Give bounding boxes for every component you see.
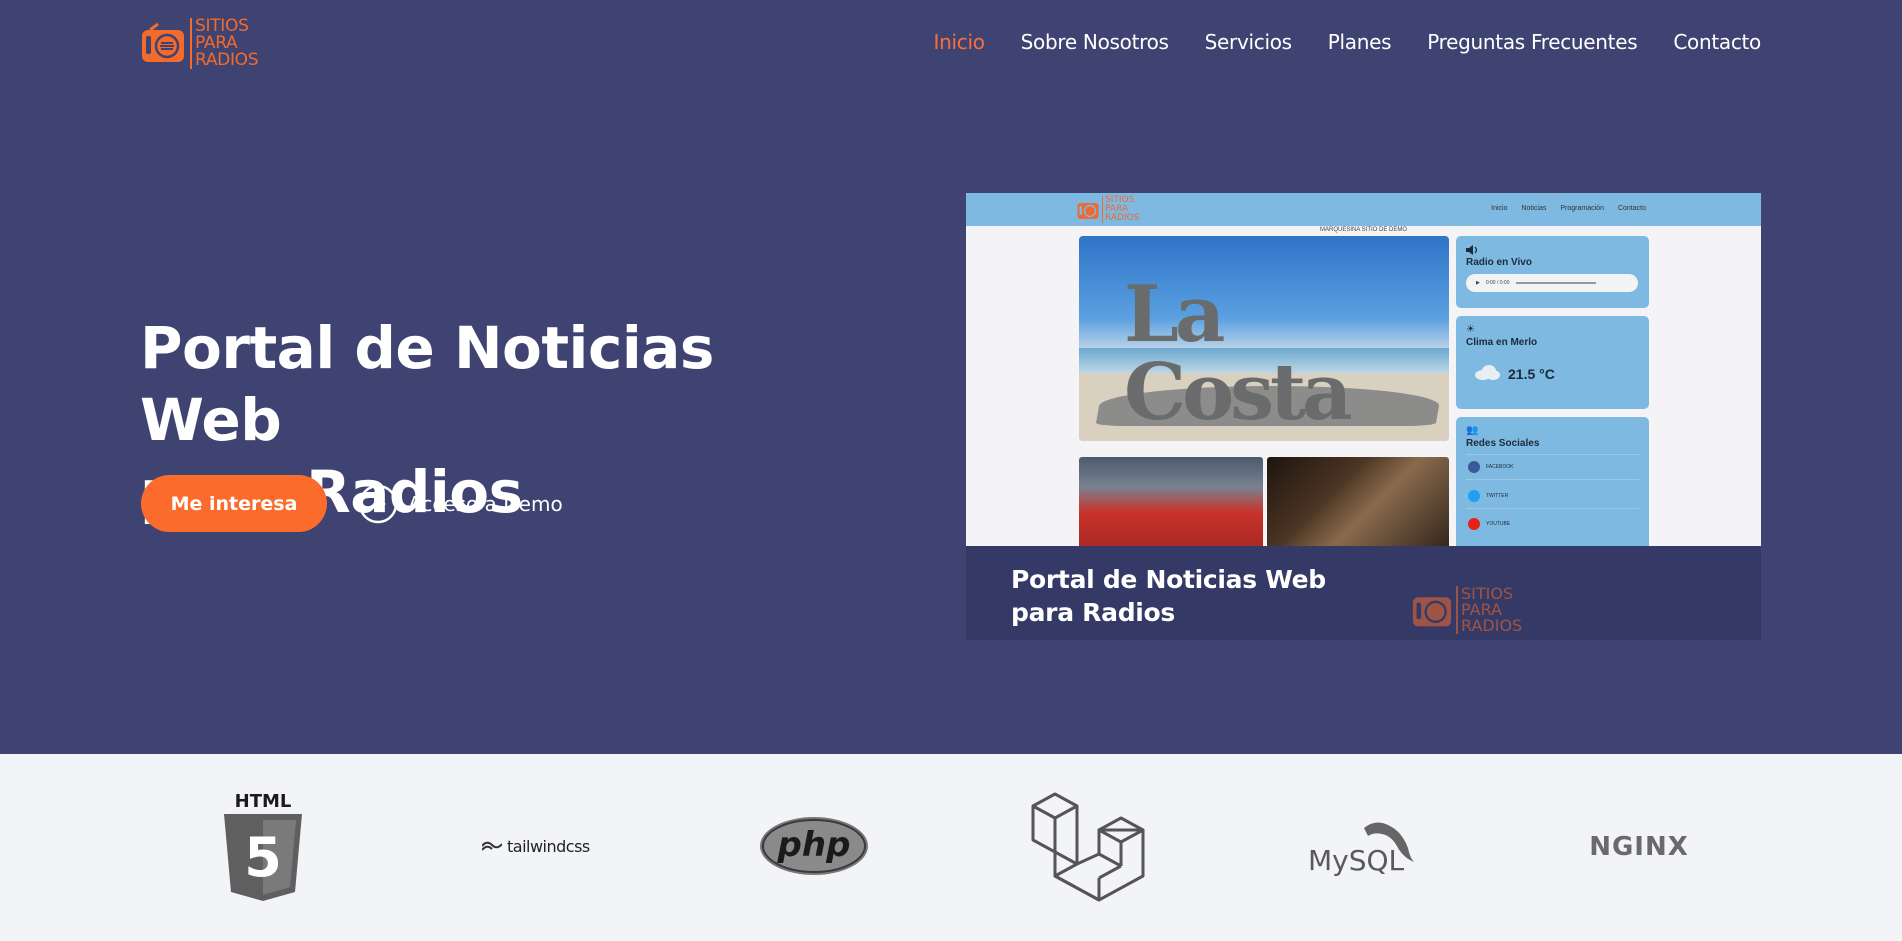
- logo-line: RADIOS: [1105, 213, 1140, 223]
- logo-wordmark: SITIOS PARA RADIOS: [190, 18, 259, 70]
- twitter-icon: [1468, 490, 1480, 502]
- social-link-facebook: FACEBOOK: [1468, 461, 1514, 473]
- divider: [1466, 454, 1639, 455]
- html5-logo: HTML 5: [222, 790, 304, 902]
- divider: [1466, 508, 1639, 509]
- site-logo[interactable]: SITIOS PARA RADIOS: [140, 18, 259, 70]
- technology-strip: HTML 5 tailwindcss php MySQL NGINX: [0, 754, 1902, 941]
- laravel-icon: [1031, 792, 1145, 902]
- preview-radio-card: Radio en Vivo ▶ 0:00 / 0:00: [1456, 236, 1649, 308]
- site-header: SITIOS PARA RADIOS Inicio Sobre Nosotros…: [0, 0, 1902, 86]
- preview-news-photo-football: [1079, 457, 1263, 557]
- users-icon: 👥: [1466, 425, 1479, 436]
- preview-header: SITIOS PARA RADIOS Inicio Noticias Progr…: [966, 193, 1761, 226]
- preview-audio-player: ▶ 0:00 / 0:00: [1466, 274, 1638, 292]
- mysql-icon: MySQL: [1308, 822, 1414, 876]
- preview-nav-item: Noticias: [1521, 205, 1547, 212]
- social-link-label: FACEBOOK: [1486, 464, 1514, 470]
- php-logo: php: [759, 816, 869, 876]
- divider: [1466, 479, 1639, 480]
- demo-access-link[interactable]: Acceso a Demo: [358, 484, 563, 524]
- social-card-title: Redes Sociales: [1466, 438, 1540, 449]
- html5-label: HTML: [235, 791, 292, 812]
- preview-banner-title: Portal de Noticias Web para Radios: [1011, 563, 1326, 629]
- tailwind-label: tailwindcss: [507, 836, 590, 856]
- nginx-logo: NGINX: [1588, 832, 1690, 862]
- preview-weather-card: ☀ Clima en Merlo 21.5 °C: [1456, 316, 1649, 409]
- social-link-label: TWITTER: [1486, 493, 1509, 499]
- nginx-label: NGINX: [1589, 832, 1689, 862]
- laravel-logo: [1031, 788, 1145, 904]
- nav-item-inicio[interactable]: Inicio: [934, 30, 985, 54]
- radio-icon: [1077, 202, 1099, 219]
- preview-banner: Portal de Noticias Web para Radios SITIO…: [966, 546, 1761, 640]
- preview-nav: Inicio Noticias Programación Contacto: [1491, 205, 1646, 212]
- php-icon: php: [760, 817, 868, 875]
- nav-item-sobre-nosotros[interactable]: Sobre Nosotros: [1021, 30, 1169, 54]
- hero-title-line: Portal de Noticias Web: [140, 314, 714, 454]
- weather-temperature: 21.5 °C: [1508, 366, 1555, 382]
- banner-title-line: para Radios: [1011, 598, 1176, 627]
- cloud-icon: [1475, 365, 1500, 380]
- tailwind-icon: [482, 841, 502, 851]
- preview-nav-item: Inicio: [1491, 205, 1508, 212]
- youtube-icon: [1468, 518, 1480, 530]
- play-icon: ▶: [1476, 280, 1480, 286]
- radio-card-title: Radio en Vivo: [1466, 257, 1532, 268]
- html5-icon: HTML 5: [224, 791, 302, 901]
- radio-icon: [142, 22, 184, 62]
- preview-banner-logo: SITIOS PARA RADIOS: [1411, 586, 1522, 634]
- preview-main-photo: La Costa: [1079, 236, 1449, 441]
- audio-time: 0:00 / 0:00: [1485, 280, 1510, 286]
- preview-logo: SITIOS PARA RADIOS: [1076, 196, 1139, 223]
- preview-news-photo-money: [1267, 457, 1449, 557]
- logo-line: RADIOS: [195, 50, 259, 70]
- preview-nav-item: Programación: [1560, 205, 1604, 212]
- banner-title-line: Portal de Noticias Web: [1011, 565, 1326, 594]
- social-link-youtube: YOUTUBE: [1468, 518, 1510, 530]
- nav-item-preguntas-frecuentes[interactable]: Preguntas Frecuentes: [1427, 30, 1637, 54]
- social-link-label: YOUTUBE: [1486, 521, 1511, 527]
- nav-item-planes[interactable]: Planes: [1328, 30, 1392, 54]
- main-nav: Inicio Sobre Nosotros Servicios Planes P…: [934, 30, 1762, 54]
- mysql-label: MySQL: [1308, 844, 1405, 876]
- php-label: php: [777, 825, 851, 865]
- sun-icon: ☀: [1466, 324, 1475, 335]
- radio-icon: [1412, 597, 1452, 627]
- tailwindcss-logo: tailwindcss: [482, 836, 590, 856]
- preview-logo-wordmark: SITIOS PARA RADIOS: [1102, 196, 1139, 223]
- sculpture-letters: La Costa: [1124, 269, 1353, 438]
- demo-preview-image: SITIOS PARA RADIOS Inicio Noticias Progr…: [966, 193, 1761, 640]
- preview-nav-item: Contacto: [1617, 205, 1646, 212]
- nav-item-contacto[interactable]: Contacto: [1673, 30, 1761, 54]
- demo-link-label: Acceso a Demo: [408, 492, 563, 516]
- banner-logo-wordmark: SITIOS PARA RADIOS: [1456, 586, 1522, 634]
- social-link-twitter: TWITTER: [1468, 490, 1508, 502]
- nav-item-servicios[interactable]: Servicios: [1205, 30, 1292, 54]
- html5-number: 5: [244, 826, 282, 889]
- speaker-icon: [1466, 245, 1478, 255]
- facebook-icon: [1468, 461, 1480, 473]
- weather-card-title: Clima en Merlo: [1466, 337, 1538, 348]
- me-interesa-button[interactable]: Me interesa: [141, 475, 327, 532]
- mysql-logo: MySQL: [1306, 818, 1420, 876]
- preview-social-card: 👥 Redes Sociales FACEBOOK TWITTER YOUTUB…: [1456, 417, 1649, 557]
- audio-progress: [1515, 282, 1596, 284]
- play-icon: [358, 484, 398, 524]
- logo-line: RADIOS: [1461, 616, 1523, 635]
- preview-marquee: MARQUESINA SITIO DE DEMO: [1319, 227, 1407, 233]
